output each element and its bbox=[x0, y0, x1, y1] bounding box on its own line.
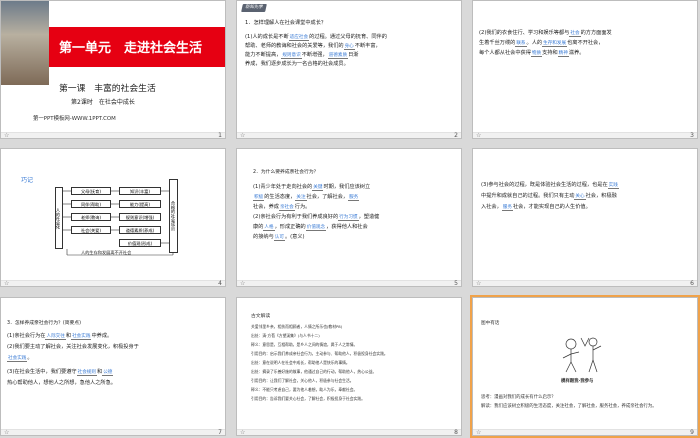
answer-line: (2)亲社会行为有利于我们养成良好的行为习惯，塑造健 bbox=[253, 214, 380, 221]
animation-star-icon: ☆ bbox=[476, 280, 482, 287]
slide-number: 2 bbox=[454, 132, 458, 139]
slide-thumbnail-6[interactable]: (3)参与社会的过程，既是体验社会生活的过程，也是在实践 中提升和成就自己的过程… bbox=[472, 148, 698, 287]
slide-thumbnail-5[interactable]: 2．为什么要养成亲社会行为？ (1)青少年处于走向社会的关键时期，我们应该树立 … bbox=[236, 148, 462, 287]
slide-number: 3 bbox=[690, 132, 694, 139]
animation-star-icon: ☆ bbox=[240, 429, 246, 436]
book-shelf-image bbox=[1, 1, 49, 85]
answer-line: 热心帮助他人，想他人之所想，急他人之所急。 bbox=[7, 380, 116, 386]
slide-number: 7 bbox=[218, 429, 222, 436]
animation-star-icon: ☆ bbox=[4, 280, 10, 287]
animation-star-icon: ☆ bbox=[4, 132, 10, 139]
answer-line: 社会实践。 bbox=[7, 355, 33, 362]
animation-star-icon: ☆ bbox=[4, 429, 10, 436]
slide-thumbnail-8[interactable]: 古文解读 关爱邻里乡亲，相扶而相顾者，人情之所乐也(教材P8) 出处：清·方苞《方… bbox=[236, 297, 462, 436]
answer-line: (1)青少年处于走向社会的关键时期，我们应该树立 bbox=[253, 184, 371, 191]
slide-thumbnail-2[interactable]: 新知先学 1．怎样理解人在社会课堂中成长？ (1)人的成长是不断适应社会的过程。… bbox=[236, 0, 462, 139]
answer-line: (2)我们要主动了解社会，关注社会发展变化，积极投身于 bbox=[7, 344, 139, 350]
answer-line: (1)人的成长是不断适应社会的过程。通过父母的抚育、同伴的 bbox=[245, 34, 387, 41]
animation-star-icon: ☆ bbox=[476, 132, 482, 139]
slide-number: 8 bbox=[454, 429, 458, 436]
slide-number: 6 bbox=[690, 280, 694, 287]
period-title: 第2课时 在社会中成长 bbox=[71, 99, 135, 106]
answer-line: 入社会，服务社会，才能实现自己的人生价值。 bbox=[481, 204, 591, 211]
cartoon-image bbox=[562, 337, 602, 373]
animation-star-icon: ☆ bbox=[476, 429, 482, 436]
slide-thumbnail-7[interactable]: 3．怎样养成亲社会行为？(简要点) (1)亲社会行为在人际交往和社会实践中养成。… bbox=[0, 297, 226, 436]
animation-star-icon: ☆ bbox=[240, 132, 246, 139]
slide-number: 4 bbox=[218, 280, 222, 287]
answer-line: (1)亲社会行为在人际交往和社会实践中养成。 bbox=[7, 333, 113, 340]
answer-line: 养成，我们逐步成长为一名合格的社会成员。 bbox=[245, 61, 349, 67]
slide-thumbnail-9[interactable]: 图中有话 模样跟我·我参与 思考：漫画对我们的成长有什么启示？ 解读：我们应该树… bbox=[470, 295, 700, 438]
bottom-label: 人的生存和发展离不开社会 bbox=[81, 250, 132, 255]
answer-line: 帮助、老师的教诲和社会的关爱等，我们的身心不断丰富， bbox=[245, 43, 381, 50]
slide-number: 9 bbox=[690, 429, 694, 436]
answer-line: 康的人格，形成正确的价值观念，获得他人和社会 bbox=[253, 224, 368, 231]
answer-line: 中提升和成就自己的过程。我们只有主动关心社会，积极融 bbox=[481, 193, 617, 200]
slide-thumbnail-1[interactable]: 第一单元 走进社会生活 第一课 丰富的社会生活 第2课时 在社会中成长 第一PP… bbox=[0, 0, 226, 139]
slide-thumbnail-3[interactable]: (2)我们的衣食住行、学习和娱乐等都与社会的方方面面发 生着千丝万缕的联系。人的… bbox=[472, 0, 698, 139]
answer-text: 解读：我们应该树立积极的生活态度，关注社会，了解社会，服务社会，养成亲社会行为。 bbox=[481, 404, 657, 409]
slide-number: 5 bbox=[454, 280, 458, 287]
section-title: 古文解读 bbox=[251, 314, 271, 319]
animation-star-icon: ☆ bbox=[240, 280, 246, 287]
section-badge: 新知先学 bbox=[241, 4, 267, 12]
answer-line: (3)参与社会的过程，既是体验社会生活的过程，也是在实践 bbox=[481, 182, 619, 189]
unit-title: 第一单元 走进社会生活 bbox=[59, 41, 203, 56]
answer-line: 生着千丝万缕的联系。人的生存和发展也离不开社会， bbox=[479, 40, 604, 47]
answer-line: (2)我们的衣食住行、学习和娱乐等都与社会的方方面面发 bbox=[479, 30, 612, 37]
answer-line: 的接纳与认可。(意义) bbox=[253, 234, 305, 241]
answer-line: 能力不断提高，规则意识不断增强，道德素质日渐 bbox=[245, 52, 359, 59]
cartoon-caption: 模样跟我·我参与 bbox=[561, 379, 594, 384]
answer-line: (3)在社会生活中，我们要遵守社会规则和公德 bbox=[7, 369, 114, 376]
question-text: 2．为什么要养成亲社会行为？ bbox=[253, 170, 319, 175]
section-title: 图中有话 bbox=[481, 321, 500, 326]
answer-line: 积极的生活态度，关注社会，了解社会，服务 bbox=[253, 194, 360, 201]
text-block: 关爱邻里乡亲，相扶而相顾者，人情之所乐也(教材P8) 出处：清·方苞《方望溪集》(… bbox=[251, 324, 388, 401]
question-text: 3．怎样养成亲社会行为？(简要点) bbox=[7, 321, 81, 326]
slide-thumbnail-4[interactable]: 巧记 人的社会化 父母(抚育) 同伴(帮助) 老师(教诲) 社会(关爱) 知识(… bbox=[0, 148, 226, 287]
mnemonic-title: 巧记 bbox=[21, 177, 34, 184]
slide-number: 1 bbox=[218, 132, 222, 139]
question-text: 1．怎样理解人在社会课堂中成长？ bbox=[245, 20, 327, 26]
footer-link: 第一PPT模板网-WWW.1PPT.COM bbox=[33, 116, 116, 122]
question-text: 思考：漫画对我们的成长有什么启示？ bbox=[481, 395, 556, 400]
lesson-title: 第一课 丰富的社会生活 bbox=[59, 84, 156, 94]
answer-line: 每个人都从社会中获得物质支持和精神滋养。 bbox=[479, 50, 585, 57]
answer-line: 社会，养成亲社会行为。 bbox=[253, 204, 311, 211]
